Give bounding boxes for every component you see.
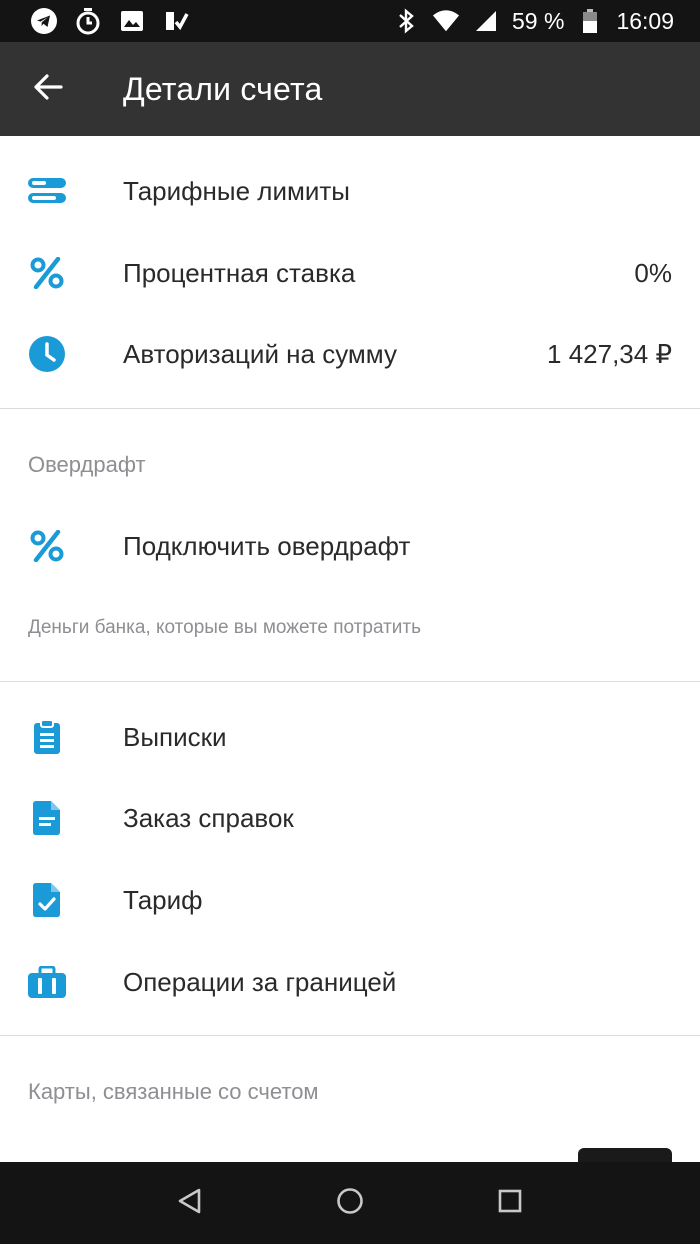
overdraft-hint: Деньги банка, которые вы можете потратит… [28, 617, 422, 638]
back-nav-button[interactable] [160, 1173, 220, 1233]
account-row-label: Авторизаций на сумму [123, 338, 397, 369]
navigation-bar [0, 1162, 700, 1244]
clipboard-icon [28, 718, 66, 756]
document-row-certificates[interactable]: Заказ справок [0, 777, 700, 859]
percent-icon [28, 254, 66, 292]
app-bar: Детали счета [0, 42, 700, 136]
connect-overdraft-label: Подключить овердрафт [123, 530, 411, 561]
interest-rate-value: 0% [634, 257, 672, 288]
document-row-statements[interactable]: Выписки [0, 696, 700, 778]
document-row-foreign-operations[interactable]: Операции за границей [0, 941, 700, 1023]
timer-icon [74, 7, 102, 35]
account-row-label: Процентная ставка [123, 257, 356, 288]
bluetooth-icon [392, 7, 420, 35]
home-nav-button[interactable] [320, 1173, 380, 1233]
document-row-label: Тариф [123, 884, 203, 915]
limits-icon [28, 172, 66, 210]
battery-icon [576, 7, 604, 35]
document-row-label: Выписки [123, 721, 227, 752]
clock-time: 16:09 [616, 7, 674, 34]
tasks-icon [162, 7, 190, 35]
section-divider [0, 1035, 700, 1036]
connect-overdraft-item[interactable]: Подключить овердрафт [0, 505, 700, 587]
account-row-authorizations[interactable]: Авторизаций на сумму 1 427,34 ₽ [0, 313, 700, 395]
image-icon [118, 7, 146, 35]
notification-icons [30, 7, 190, 35]
document-check-icon [28, 881, 66, 919]
linked-cards-section-title: Карты, связанные со счетом [28, 1079, 319, 1104]
arrow-left-icon [33, 73, 63, 106]
status-bar: 59 % 16:09 [0, 0, 700, 42]
document-row-label: Заказ справок [123, 802, 294, 833]
system-status: 59 % 16:09 [392, 7, 674, 35]
document-icon [28, 799, 66, 837]
section-divider [0, 408, 700, 409]
square-recents-icon [497, 1188, 523, 1219]
percent-icon [28, 527, 66, 565]
authorizations-amount: 1 427,34 ₽ [547, 338, 672, 369]
triangle-back-icon [177, 1187, 203, 1220]
page-title: Детали счета [123, 70, 323, 107]
account-row-interest-rate[interactable]: Процентная ставка 0% [0, 232, 700, 314]
account-row-label: Тарифные лимиты [123, 175, 350, 206]
battery-percent: 59 % [512, 7, 565, 34]
back-button[interactable] [0, 42, 96, 136]
cellular-signal-icon [472, 7, 500, 35]
clock-icon [28, 335, 66, 373]
wifi-icon [432, 7, 460, 35]
suitcase-icon [28, 963, 66, 1001]
document-row-tariff[interactable]: Тариф [0, 859, 700, 941]
overdraft-section-title: Овердрафт [28, 452, 146, 477]
telegram-icon [30, 7, 58, 35]
section-divider [0, 681, 700, 682]
circle-home-icon [336, 1187, 364, 1220]
account-row-limits[interactable]: Тарифные лимиты [0, 150, 700, 232]
document-row-label: Операции за границей [123, 966, 397, 997]
recents-nav-button[interactable] [480, 1173, 540, 1233]
